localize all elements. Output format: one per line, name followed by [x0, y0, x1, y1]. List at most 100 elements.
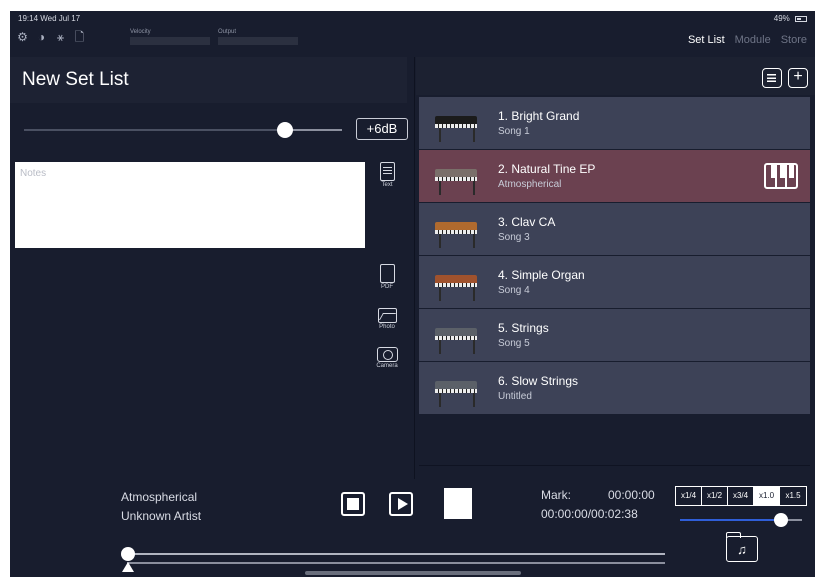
instrument-leg	[473, 234, 475, 248]
stop-button[interactable]	[341, 492, 365, 516]
camera-tool-label: Camera	[376, 363, 398, 369]
song-name: 3. Clav CA	[498, 215, 556, 229]
instrument-leg	[439, 234, 441, 248]
pdf-document-icon	[379, 264, 395, 283]
battery-status: 49%	[774, 14, 807, 23]
instrument-keys	[435, 124, 477, 128]
status-bar: 19:14 Wed Jul 17 49%	[10, 11, 815, 25]
mark-time: 00:00:00	[608, 488, 655, 502]
playback-position-track[interactable]	[127, 553, 665, 555]
camera-icon	[376, 347, 398, 362]
song-name: 1. Bright Grand	[498, 109, 580, 123]
text-document-icon	[379, 162, 395, 181]
tab-set-list[interactable]: Set List	[688, 34, 725, 46]
velocity-meter: Velocity	[130, 29, 210, 45]
instrument-leg	[473, 181, 475, 195]
speed-option[interactable]: x1.5	[780, 487, 806, 505]
song-row[interactable]: 4. Simple Organ Song 4	[419, 256, 810, 308]
text-tool[interactable]: Text	[372, 162, 402, 188]
tab-module[interactable]: Module	[735, 34, 771, 46]
song-row[interactable]: 5. Strings Song 5	[419, 309, 810, 361]
instrument-keys	[435, 283, 477, 287]
battery-percent: 49%	[773, 14, 790, 23]
speed-option[interactable]: x1/4	[676, 487, 702, 505]
play-button[interactable]	[389, 492, 413, 516]
instrument-leg	[439, 393, 441, 407]
list-divider	[419, 465, 810, 466]
record-button[interactable]	[444, 488, 472, 519]
speed-slider-thumb[interactable]	[774, 513, 789, 527]
velocity-bar	[130, 37, 210, 45]
instrument-thumbnail	[429, 261, 483, 303]
gain-button[interactable]: +6dB	[356, 118, 408, 140]
list-menu-button[interactable]	[762, 68, 782, 88]
mark-marker-icon[interactable]	[122, 562, 134, 572]
gear-icon[interactable]: ⚙	[16, 31, 29, 44]
player-bar: Atmospherical Unknown Artist Mark: 00:00…	[10, 479, 815, 577]
output-bar	[218, 37, 298, 45]
speed-option[interactable]: x1.0	[754, 487, 780, 505]
status-time: 19:14 Wed Jul 17	[18, 14, 81, 23]
pdf-tool[interactable]: PDF	[372, 264, 402, 290]
left-panel-header: New Set List	[10, 57, 407, 103]
photo-icon	[377, 308, 397, 323]
piano-keys-icon[interactable]	[764, 163, 798, 189]
song-name: 5. Strings	[498, 321, 549, 335]
battery-icon	[795, 15, 807, 22]
song-name: 4. Simple Organ	[498, 268, 585, 282]
add-song-button[interactable]: +	[788, 68, 808, 88]
instrument-thumbnail	[429, 102, 483, 144]
volume-slider-fill	[24, 129, 285, 131]
track-title: Atmospherical	[121, 490, 198, 504]
velocity-label: Velocity	[130, 29, 151, 35]
song-row[interactable]: 3. Clav CA Song 3	[419, 203, 810, 255]
song-subtitle: Song 5	[498, 338, 530, 349]
set-list-title[interactable]: New Set List	[22, 69, 129, 91]
song-row[interactable]: 2. Natural Tine EP Atmospherical	[419, 150, 810, 202]
instrument-thumbnail	[429, 367, 483, 409]
tuning-fork-icon[interactable]: ⚹	[54, 31, 67, 44]
instrument-keys	[435, 230, 477, 234]
instrument-thumbnail	[429, 314, 483, 356]
song-subtitle: Song 3	[498, 232, 530, 243]
song-subtitle: Song 4	[498, 285, 530, 296]
notes-field[interactable]: Notes	[15, 162, 365, 248]
top-toolbar: ⚙ ◑ ⚹ 🗋 Velocity Output Set List Module …	[10, 27, 815, 53]
instrument-leg	[473, 128, 475, 142]
volume-slider-thumb[interactable]	[276, 122, 293, 138]
speed-option[interactable]: x3/4	[728, 487, 754, 505]
instrument-keys	[435, 336, 477, 340]
toolbar-icons: ⚙ ◑ ⚹ 🗋	[16, 31, 86, 44]
document-icon[interactable]: 🗋	[73, 31, 86, 44]
music-note-icon: ♫	[737, 542, 747, 557]
pdf-tool-label: PDF	[381, 284, 393, 290]
mark-position-track[interactable]	[127, 562, 665, 564]
elapsed-time: 00:00:00/00:02:38	[541, 507, 638, 521]
instrument-thumbnail	[429, 155, 483, 197]
instrument-leg	[473, 340, 475, 354]
photo-tool[interactable]: Photo	[372, 308, 402, 330]
song-row[interactable]: 6. Slow Strings Untitled	[419, 362, 810, 414]
audio-folder-button[interactable]: ♫	[726, 532, 758, 562]
instrument-keys	[435, 389, 477, 393]
song-row[interactable]: 1. Bright Grand Song 1	[419, 97, 810, 149]
speed-slider-fill	[680, 519, 782, 521]
speed-option[interactable]: x1/2	[702, 487, 728, 505]
song-list: 1. Bright Grand Song 1 2. Natural Tine EP A…	[419, 97, 810, 415]
tab-store[interactable]: Store	[781, 34, 807, 46]
playback-position-thumb[interactable]	[121, 547, 135, 561]
song-subtitle: Untitled	[498, 391, 532, 402]
track-info: Atmospherical Unknown Artist	[121, 488, 201, 526]
home-indicator	[305, 571, 521, 575]
list-icon	[767, 74, 776, 82]
volume-control: +6dB	[24, 117, 408, 143]
volume-slider-track[interactable]	[24, 129, 342, 131]
panel-divider	[414, 57, 415, 487]
track-artist: Unknown Artist	[121, 509, 202, 523]
instrument-leg	[473, 287, 475, 301]
plus-icon: +	[793, 68, 803, 85]
contrast-icon[interactable]: ◑	[35, 31, 48, 44]
photo-tool-label: Photo	[379, 324, 395, 330]
camera-tool[interactable]: Camera	[372, 347, 402, 369]
app-screen: 19:14 Wed Jul 17 49% ⚙ ◑ ⚹ 🗋 Velocity Ou…	[10, 11, 815, 577]
